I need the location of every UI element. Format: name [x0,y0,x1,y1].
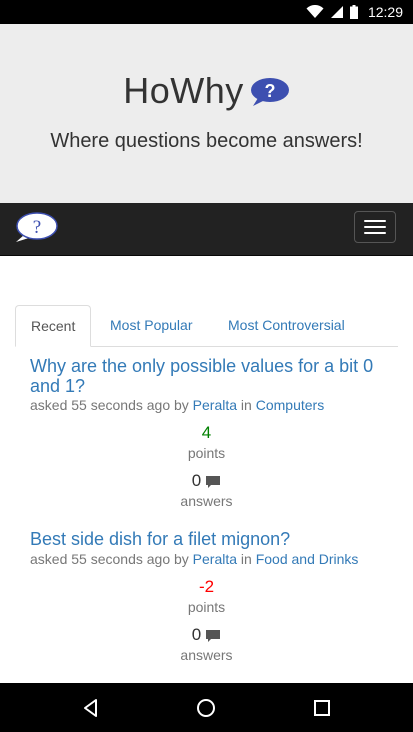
question-score: -2 [198,577,215,596]
svg-text:?: ? [264,81,275,101]
author-link[interactable]: Peralta [193,551,237,567]
battery-icon [349,5,358,19]
category-link[interactable]: Computers [256,397,324,413]
home-icon[interactable] [195,697,217,719]
navbar: ? [0,203,413,256]
svg-text:?: ? [33,217,41,238]
points-label: points [187,445,226,461]
status-icons: 12:29 [306,0,403,24]
question-tabs: Recent Most Popular Most Controversial [15,305,398,347]
hamburger-menu-icon [364,220,386,222]
question-score: 4 [201,423,212,442]
header-jumbotron: HoWhy ? Where questions become answers! [0,24,413,203]
meta-asked: asked 55 seconds ago by [30,397,193,413]
answers-label: answers [180,493,233,509]
answers-count-row: 0 [0,625,413,645]
question-bubble-icon: ? [250,78,289,106]
meta-in: in [237,397,256,413]
tagline: Where questions become answers! [50,130,363,152]
meta-in: in [237,551,256,567]
hamburger-menu-icon-bar [364,226,386,228]
tab-recent[interactable]: Recent [15,305,92,347]
question-title-link[interactable]: Best side dish for a filet mignon? [30,529,390,549]
brand-title: HoWhy [123,70,244,111]
brand-row: HoWhy ? [0,66,413,116]
answers-count: 0 [191,471,202,490]
system-navigation-bar [0,683,413,732]
recents-icon[interactable] [311,697,333,719]
answers-label: answers [180,647,233,663]
comment-icon [206,630,221,642]
question-meta: asked 55 seconds ago by Peralta in Compu… [30,397,324,413]
author-link[interactable]: Peralta [193,397,237,413]
navbar-logo-button[interactable]: ? [14,212,58,246]
tab-most-popular[interactable]: Most Popular [110,305,192,346]
question-title-link[interactable]: Why are the only possible values for a b… [30,356,390,396]
cell-signal-icon [330,6,343,18]
question-meta: asked 55 seconds ago by Peralta in Food … [30,551,358,567]
status-time: 12:29 [367,4,403,20]
hamburger-menu-button[interactable] [354,211,396,243]
hamburger-menu-icon-bar [364,232,386,234]
meta-asked: asked 55 seconds ago by [30,551,193,567]
comment-icon [206,476,221,488]
points-label: points [187,599,226,615]
answers-count: 0 [191,625,202,644]
category-link[interactable]: Food and Drinks [256,551,359,567]
answers-count-row: 0 [0,471,413,491]
tab-most-controversial[interactable]: Most Controversial [228,305,345,346]
status-bar: 12:29 [0,0,413,24]
back-icon[interactable] [80,697,102,719]
wifi-icon [306,5,324,18]
